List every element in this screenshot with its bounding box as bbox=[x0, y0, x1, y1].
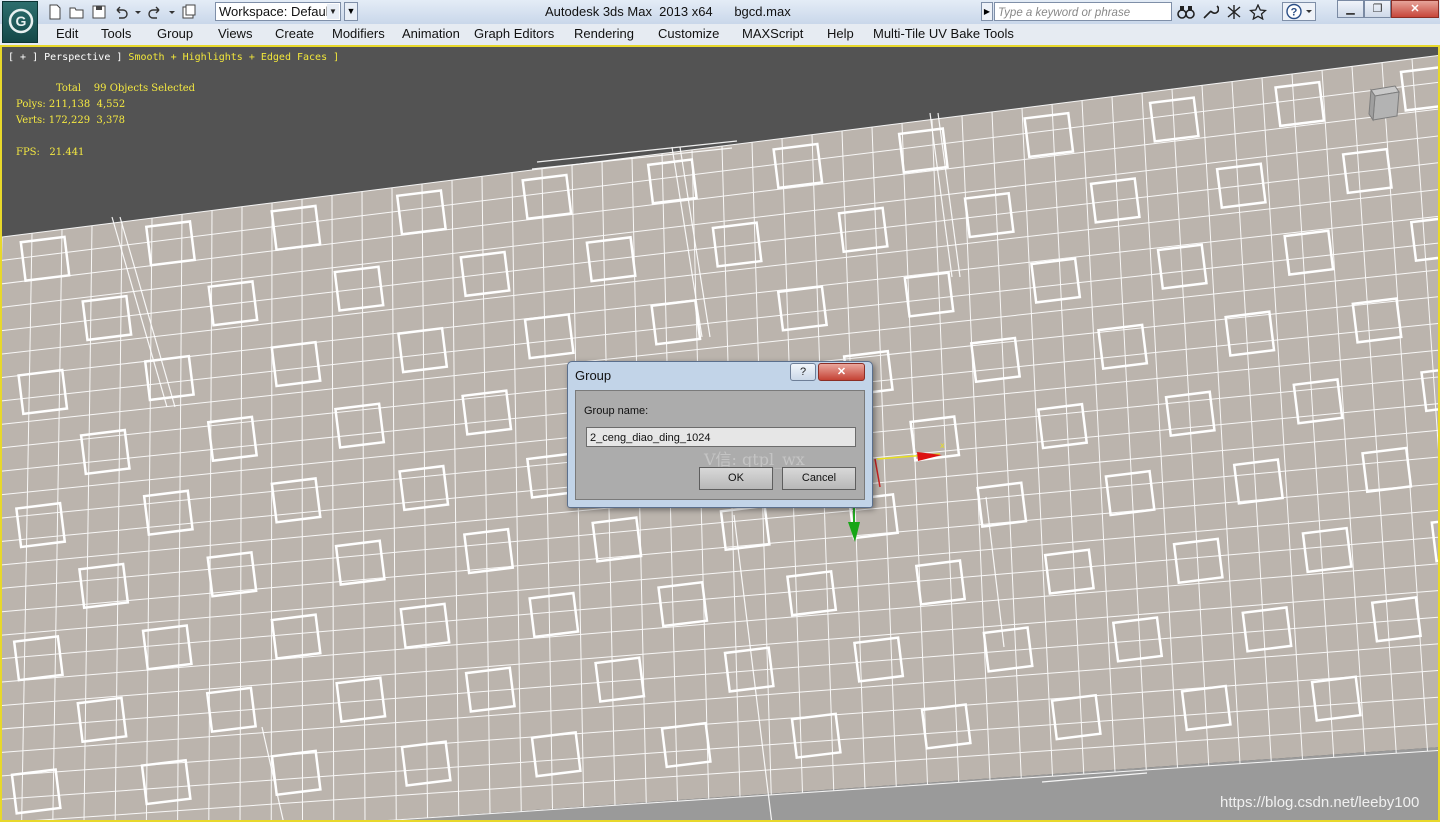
menu-create[interactable]: Create bbox=[275, 26, 314, 41]
project-folder-icon[interactable] bbox=[180, 3, 198, 21]
stats-verts: Verts: 172,229 3,378 bbox=[16, 115, 126, 126]
help-icon: ? bbox=[1286, 3, 1312, 20]
star-icon[interactable] bbox=[1249, 3, 1267, 21]
stats-polys: Polys: 211,138 4,552 bbox=[16, 99, 126, 110]
viewport-shading-mode[interactable]: Smooth + Highlights + Edged Faces ] bbox=[128, 52, 339, 63]
group-dialog: Group ? ✕ Group name: V信: qtpl_wx OK Can… bbox=[567, 361, 873, 508]
open-file-icon[interactable] bbox=[68, 3, 86, 21]
infocenter-toolbar bbox=[1177, 3, 1267, 21]
workspace-select[interactable]: Workspace: Default ▼ bbox=[215, 2, 341, 21]
dialog-body: Group name: V信: qtpl_wx OK Cancel bbox=[575, 390, 865, 500]
menu-maxscript[interactable]: MAXScript bbox=[742, 26, 803, 41]
save-icon[interactable] bbox=[90, 3, 108, 21]
window-title: Autodesk 3ds Max 2013 x64 bgcd.max bbox=[545, 4, 791, 19]
stats-header: Total 99 Objects Selected bbox=[56, 83, 196, 94]
svg-text:G: G bbox=[16, 13, 27, 29]
help-button[interactable]: ? bbox=[1282, 2, 1316, 21]
menu-edit[interactable]: Edit bbox=[56, 26, 78, 41]
app-logo-button[interactable]: G bbox=[2, 1, 38, 43]
menu-customize[interactable]: Customize bbox=[658, 26, 719, 41]
stats-fps: FPS: 21.441 bbox=[16, 147, 85, 158]
search-expand-button[interactable]: ▶ bbox=[981, 2, 993, 21]
title-bar: Workspace: Default ▼ ▼ Autodesk 3ds Max … bbox=[0, 0, 1440, 25]
cancel-button[interactable]: Cancel bbox=[782, 467, 856, 490]
communication-center-icon[interactable] bbox=[1225, 3, 1243, 21]
group-name-input[interactable] bbox=[587, 428, 852, 448]
menu-group[interactable]: Group bbox=[157, 26, 193, 41]
blog-watermark: https://blog.csdn.net/leeby100 bbox=[1220, 794, 1420, 811]
dialog-close-button[interactable]: ✕ bbox=[818, 363, 865, 381]
viewport-label-prefix: [ + ] Perspective ] bbox=[8, 52, 129, 63]
minimize-button[interactable]: ▁ bbox=[1337, 0, 1364, 18]
redo-dropdown-icon[interactable] bbox=[168, 3, 176, 21]
menu-tools[interactable]: Tools bbox=[101, 26, 131, 41]
menu-animation[interactable]: Animation bbox=[402, 26, 460, 41]
menu-graph-editors[interactable]: Graph Editors bbox=[474, 26, 554, 41]
search-field[interactable] bbox=[994, 2, 1172, 22]
group-name-label: Group name: bbox=[584, 405, 649, 417]
viewport-statistics: Total 99 Objects Selected Polys: 211,138… bbox=[16, 81, 195, 161]
dialog-title: Group bbox=[575, 368, 612, 383]
close-window-button[interactable]: ✕ bbox=[1391, 0, 1439, 18]
menu-help[interactable]: Help bbox=[827, 26, 854, 41]
search-input[interactable] bbox=[995, 4, 1170, 22]
new-file-icon[interactable] bbox=[46, 3, 64, 21]
menu-rendering[interactable]: Rendering bbox=[574, 26, 634, 41]
binoculars-icon[interactable] bbox=[1177, 3, 1195, 21]
quick-access-toolbar bbox=[46, 3, 198, 21]
svg-text:?: ? bbox=[1291, 7, 1298, 19]
window-controls: ▁ ❐ ✕ bbox=[1337, 0, 1439, 18]
3ds-max-logo-icon: G bbox=[8, 8, 34, 34]
svg-text:x: x bbox=[940, 441, 945, 450]
group-name-field[interactable] bbox=[586, 427, 856, 448]
viewcube-icon[interactable] bbox=[1367, 82, 1401, 122]
undo-icon[interactable] bbox=[112, 3, 130, 21]
menu-bar: Edit Tools Group Views Create Modifiers … bbox=[0, 24, 1440, 46]
menu-multi-tile-uv-bake-tools[interactable]: Multi-Tile UV Bake Tools bbox=[873, 26, 1014, 41]
undo-dropdown-icon[interactable] bbox=[134, 3, 142, 21]
menu-views[interactable]: Views bbox=[218, 26, 252, 41]
restore-button[interactable]: ❐ bbox=[1364, 0, 1391, 18]
menu-modifiers[interactable]: Modifiers bbox=[332, 26, 385, 41]
subscription-key-icon[interactable] bbox=[1201, 3, 1219, 21]
workspace-value: Workspace: Default bbox=[219, 4, 333, 19]
chevron-down-icon: ▼ bbox=[327, 4, 339, 19]
ok-button[interactable]: OK bbox=[699, 467, 773, 490]
toolbar-overflow-button[interactable]: ▼ bbox=[344, 2, 358, 21]
viewport-label[interactable]: [ + ] Perspective ] Smooth + Highlights … bbox=[8, 52, 339, 63]
redo-icon[interactable] bbox=[146, 3, 164, 21]
dialog-help-button[interactable]: ? bbox=[790, 363, 816, 381]
